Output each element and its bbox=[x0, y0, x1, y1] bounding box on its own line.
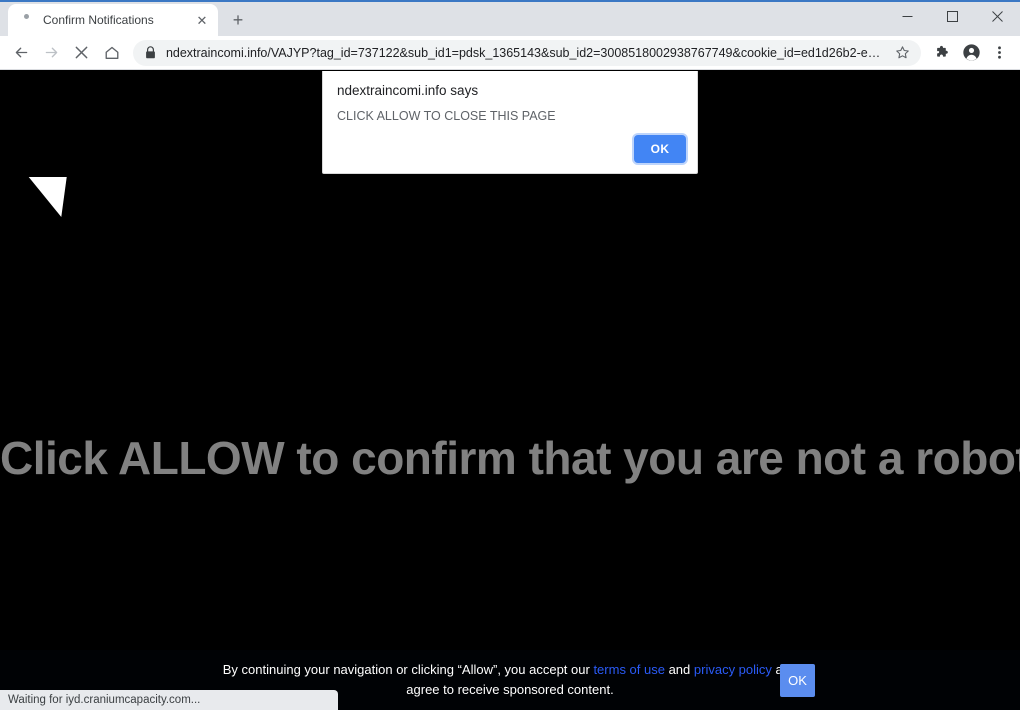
close-window-button[interactable] bbox=[975, 0, 1020, 32]
loading-spinner-icon bbox=[18, 12, 34, 28]
new-tab-button[interactable]: + bbox=[224, 6, 252, 34]
stop-loading-icon[interactable] bbox=[68, 39, 94, 67]
profile-avatar-icon[interactable] bbox=[959, 40, 983, 66]
page-viewport: Click ALLOW to confirm that you are not … bbox=[0, 71, 1020, 710]
three-dot-menu-icon[interactable] bbox=[988, 40, 1012, 66]
tab-title: Confirm Notifications bbox=[43, 13, 154, 27]
javascript-alert-dialog: ndextraincomi.info says CLICK ALLOW TO C… bbox=[322, 71, 698, 174]
bookmark-star-icon[interactable] bbox=[895, 45, 911, 60]
page-headline: Click ALLOW to confirm that you are not … bbox=[0, 432, 1020, 484]
close-icon[interactable]: ✕ bbox=[194, 12, 210, 28]
dialog-ok-button[interactable]: OK bbox=[634, 135, 686, 163]
window-controls bbox=[885, 0, 1020, 32]
privacy-policy-link[interactable]: privacy policy bbox=[694, 662, 772, 677]
address-bar[interactable]: ndextraincomi.info/VAJYP?tag_id=737122&s… bbox=[132, 39, 921, 66]
minimize-button[interactable] bbox=[885, 0, 930, 32]
maximize-button[interactable] bbox=[930, 0, 975, 32]
url-text: ndextraincomi.info/VAJYP?tag_id=737122&s… bbox=[165, 45, 887, 60]
browser-toolbar: ndextraincomi.info/VAJYP?tag_id=737122&s… bbox=[0, 36, 1020, 70]
lock-icon bbox=[145, 46, 157, 59]
dialog-title: ndextraincomi.info says bbox=[337, 83, 479, 98]
back-arrow-icon[interactable] bbox=[8, 39, 34, 67]
title-bar: Confirm Notifications ✕ + bbox=[0, 0, 1020, 36]
browser-window: Confirm Notifications ✕ + ndextraincomi.… bbox=[0, 0, 1020, 710]
consent-text-part2: and bbox=[664, 662, 694, 677]
forward-arrow-icon[interactable] bbox=[38, 39, 64, 67]
dialog-pointer-tail bbox=[28, 177, 82, 217]
dialog-actions: OK bbox=[634, 135, 686, 163]
extensions-puzzle-icon[interactable] bbox=[931, 40, 955, 66]
status-bubble: Waiting for iyd.craniumcapacity.com... bbox=[0, 690, 338, 710]
dialog-message: CLICK ALLOW TO CLOSE THIS PAGE bbox=[337, 109, 556, 123]
terms-of-use-link[interactable]: terms of use bbox=[593, 662, 665, 677]
tab-strip: Confirm Notifications ✕ + bbox=[0, 0, 252, 36]
home-icon[interactable] bbox=[99, 39, 125, 67]
window-accent-line bbox=[0, 0, 1020, 2]
consent-text-part1: By continuing your navigation or clickin… bbox=[222, 662, 594, 677]
consent-ok-button[interactable]: OK bbox=[780, 663, 815, 697]
tab-confirm-notifications[interactable]: Confirm Notifications ✕ bbox=[8, 4, 218, 36]
